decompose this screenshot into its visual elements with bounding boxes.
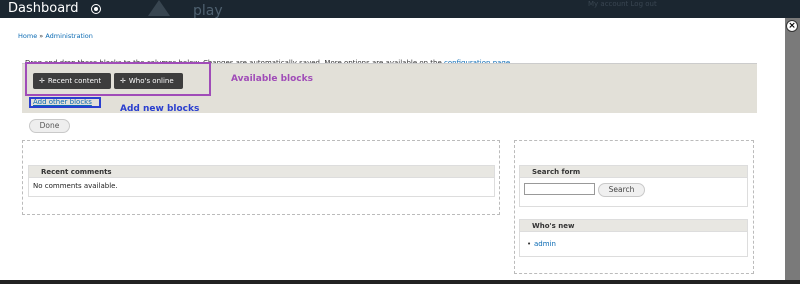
dashboard-toggle-icon[interactable] — [91, 4, 101, 14]
admin-toolbar: Dashboard play My account Log out — [0, 0, 800, 19]
user-link-admin[interactable]: admin — [534, 240, 556, 248]
search-form-block[interactable]: Search form Search — [519, 165, 748, 207]
dashboard-title[interactable]: Dashboard — [8, 1, 79, 16]
search-input[interactable] — [524, 183, 595, 195]
breadcrumb: Home » Administration — [18, 32, 93, 40]
whos-new-block[interactable]: Who's new admin — [519, 219, 748, 257]
breadcrumb-home[interactable]: Home — [18, 32, 37, 40]
whos-new-body: admin — [520, 232, 747, 252]
recent-comments-block[interactable]: Recent comments No comments available. — [28, 165, 495, 197]
add-new-blocks-annotation: Add new blocks — [120, 104, 200, 114]
overlay-backdrop-bottom — [0, 280, 800, 284]
available-blocks-annotation: Available blocks — [231, 74, 313, 84]
done-button[interactable]: Done — [29, 119, 70, 133]
add-other-blocks-link[interactable]: Add other blocks — [33, 98, 92, 106]
whos-new-title[interactable]: Who's new — [520, 220, 747, 232]
recent-comments-title[interactable]: Recent comments — [29, 166, 494, 178]
recent-comments-body: No comments available. — [33, 182, 118, 190]
overlay-backdrop — [785, 18, 800, 280]
site-logo-icon — [148, 0, 170, 16]
search-button[interactable]: Search — [598, 183, 645, 197]
breadcrumb-administration[interactable]: Administration — [45, 32, 93, 40]
user-links: My account Log out — [588, 0, 657, 8]
list-item: admin — [524, 240, 743, 248]
close-icon[interactable]: × — [786, 20, 798, 32]
site-name: play — [193, 3, 223, 19]
available-blocks-highlight — [25, 62, 211, 96]
search-form-title[interactable]: Search form — [520, 166, 747, 178]
whos-new-list: admin — [524, 240, 743, 248]
breadcrumb-separator: » — [39, 32, 44, 40]
